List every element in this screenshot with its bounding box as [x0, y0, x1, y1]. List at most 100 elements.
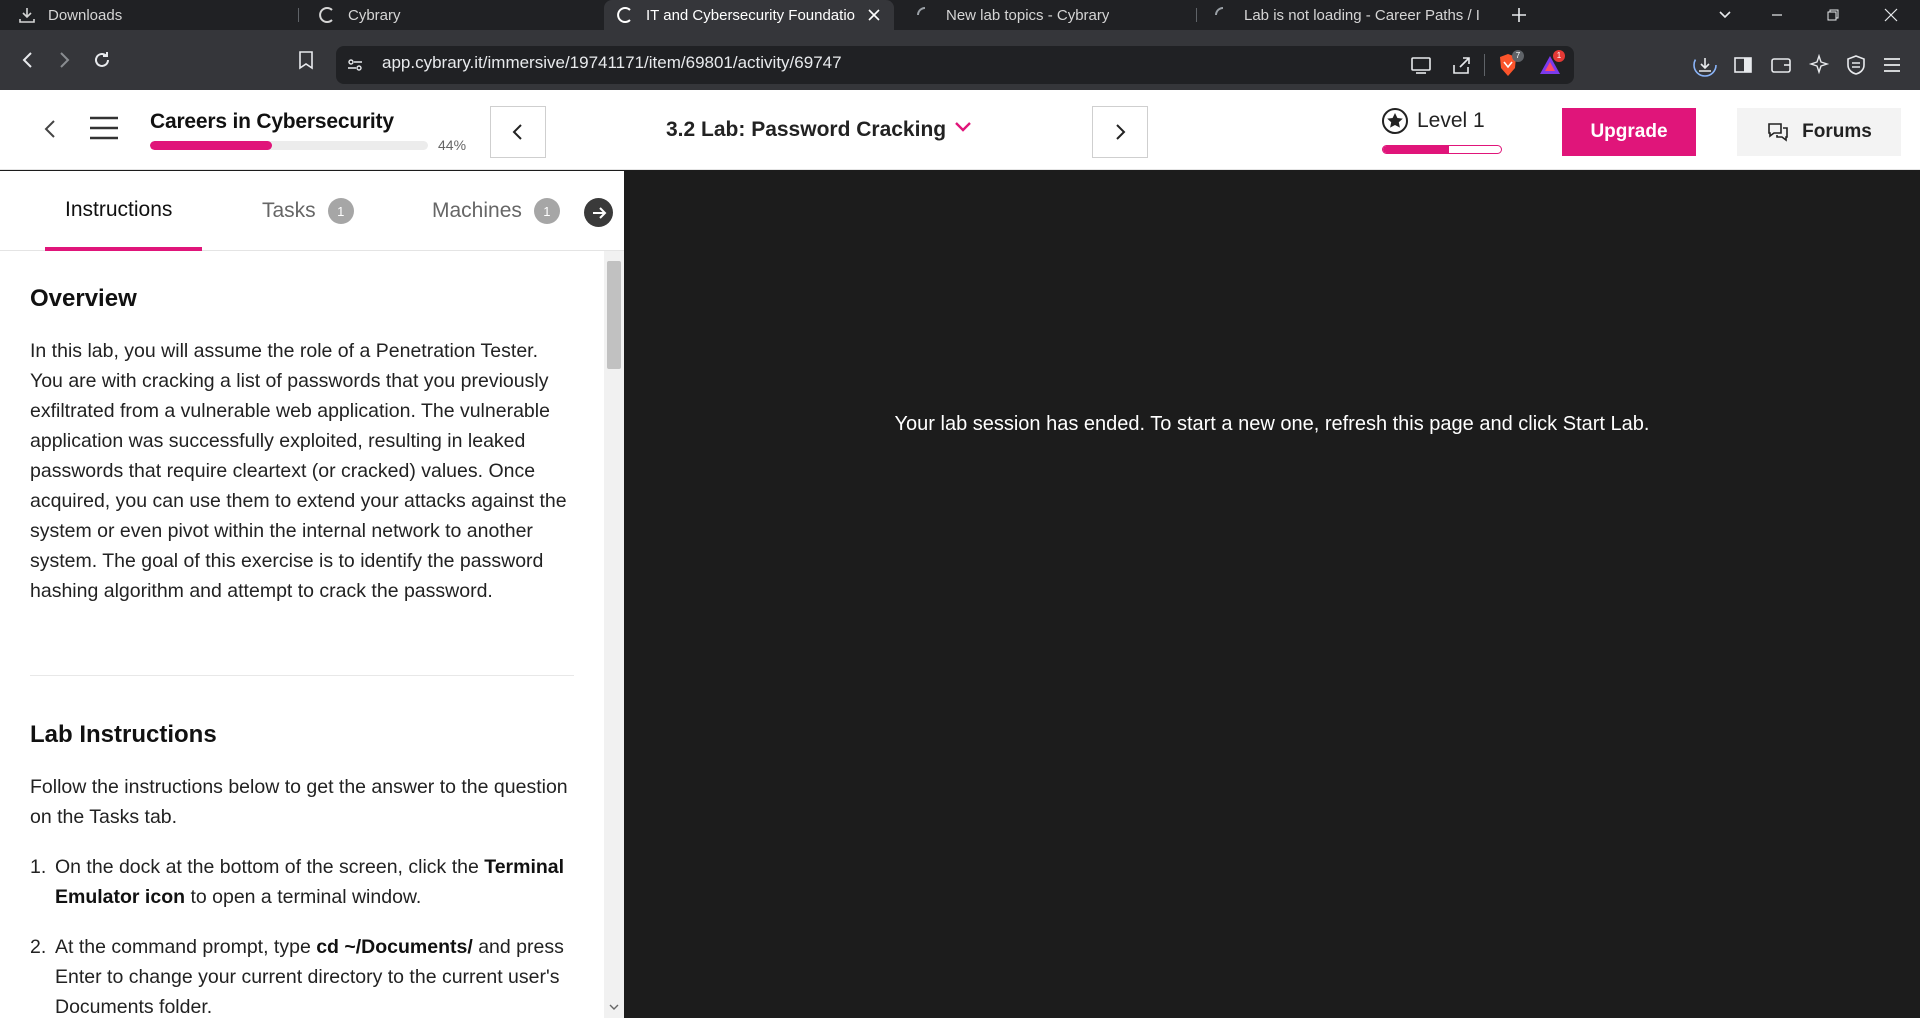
lab-viewport[interactable]: Your lab session has ended. To start a n…	[624, 171, 1920, 1018]
previous-activity-button[interactable]	[490, 106, 546, 158]
instructions-scrollbar[interactable]	[604, 251, 624, 1018]
download-icon	[18, 6, 36, 24]
close-window-button[interactable]	[1868, 0, 1914, 30]
new-tab-button[interactable]	[1496, 0, 1542, 30]
tab-downloads[interactable]: Downloads	[18, 0, 288, 30]
brave-rewards-count: 1	[1553, 50, 1565, 62]
chevron-right-icon	[1116, 124, 1126, 140]
wallet-icon[interactable]	[1770, 55, 1792, 80]
tab-search-button[interactable]	[1702, 0, 1748, 30]
next-activity-button[interactable]	[1092, 106, 1148, 158]
share-icon[interactable]	[1451, 55, 1473, 80]
instructions-content: Overview In this lab, you will assume th…	[30, 251, 574, 1018]
step-bold-text: cd ~/Documents/	[316, 936, 473, 958]
tab-label: Lab is not loading - Career Paths / I	[1244, 6, 1480, 24]
star-badge-icon	[1381, 107, 1409, 140]
scroll-tabs-button[interactable]	[584, 198, 613, 227]
bookmark-icon	[299, 51, 313, 70]
tab-tasks[interactable]: Tasks 1	[262, 198, 354, 224]
session-ended-message: Your lab session has ended. To start a n…	[894, 413, 1650, 435]
lab-instructions-intro: Follow the instructions below to get the…	[30, 776, 568, 828]
downloads-icon[interactable]	[1693, 53, 1717, 82]
plus-icon	[1512, 8, 1526, 22]
site-info-icon[interactable]	[346, 56, 364, 79]
chevron-left-icon	[512, 124, 522, 140]
forward-button[interactable]	[52, 48, 76, 72]
tab-label: Tasks	[262, 199, 316, 222]
browser-tab-bar: Downloads Cybrary IT and Cybersecurity F…	[0, 0, 1920, 30]
step-body: On the dock at the bottom of the screen,…	[55, 852, 574, 912]
scroll-down-arrow-icon[interactable]	[608, 998, 620, 1016]
step-number: 1.	[30, 856, 47, 878]
step-text: At the command prompt, type	[55, 936, 317, 958]
menu-icon[interactable]	[1882, 55, 1902, 80]
close-icon[interactable]	[864, 5, 884, 25]
chat-bubbles-icon	[1768, 123, 1788, 142]
chevron-down-icon[interactable]	[953, 120, 973, 139]
tab-new-lab-topics[interactable]: New lab topics - Cybrary	[916, 0, 1186, 30]
tab-separator	[298, 8, 299, 22]
forums-label: Forums	[1802, 121, 1872, 142]
tab-separator	[1196, 8, 1197, 22]
arrow-left-icon	[22, 52, 32, 68]
close-icon	[1884, 8, 1898, 22]
cybrary-icon	[318, 6, 336, 24]
app-header: Careers in Cybersecurity 44% 3.2 Lab: Pa…	[0, 90, 1920, 170]
step-text: to open a terminal window.	[185, 886, 422, 908]
machines-count-badge: 1	[533, 198, 560, 224]
minimize-button[interactable]	[1754, 0, 1800, 30]
bookmark-button[interactable]	[294, 48, 318, 72]
loading-icon	[1214, 6, 1232, 24]
chevron-left-icon	[44, 120, 55, 138]
loading-icon	[916, 6, 934, 24]
restore-button[interactable]	[1810, 0, 1856, 30]
course-progress-bar	[150, 141, 428, 150]
instructions-panel: Instructions Tasks 1 Machines 1 Overview…	[0, 171, 624, 1018]
cybrary-icon	[616, 6, 634, 24]
back-button[interactable]	[16, 48, 40, 72]
overview-text: In this lab, you will assume the role of…	[30, 340, 567, 602]
tab-label: IT and Cybersecurity Foundatio	[646, 6, 855, 24]
arrow-right-icon	[60, 52, 70, 68]
tab-label: Instructions	[65, 198, 173, 221]
level-label: Level 1	[1417, 109, 1485, 132]
chevron-down-icon	[1719, 11, 1731, 19]
section-divider	[30, 675, 574, 676]
tab-label: New lab topics - Cybrary	[946, 6, 1110, 24]
upgrade-button[interactable]: Upgrade	[1562, 108, 1696, 156]
cast-icon[interactable]	[1410, 55, 1432, 80]
step-text: On the dock at the bottom of the screen,…	[55, 856, 485, 878]
panel-tabs: Instructions Tasks 1 Machines 1	[0, 171, 624, 251]
back-to-course-button[interactable]	[42, 118, 58, 145]
vpn-icon[interactable]	[1845, 54, 1867, 81]
level-progress-fill	[1383, 146, 1450, 153]
tab-instructions[interactable]: Instructions	[65, 198, 172, 222]
level-progress-bar	[1382, 145, 1502, 154]
leo-ai-icon[interactable]	[1808, 53, 1830, 81]
tab-label: Downloads	[48, 6, 123, 24]
course-title[interactable]: Careers in Cybersecurity	[150, 110, 394, 134]
restore-icon	[1827, 9, 1839, 21]
tab-label: Machines	[432, 199, 522, 222]
course-menu-button[interactable]	[88, 114, 120, 147]
tab-cybrary[interactable]: Cybrary	[318, 0, 588, 30]
overview-heading: Overview	[30, 285, 137, 312]
tab-it-cybersecurity[interactable]: IT and Cybersecurity Foundatio	[604, 0, 894, 30]
tab-label: Cybrary	[348, 6, 401, 24]
scrollbar-thumb[interactable]	[607, 261, 621, 369]
activity-title[interactable]: 3.2 Lab: Password Cracking	[666, 118, 946, 142]
tab-machines[interactable]: Machines 1	[432, 198, 560, 224]
brave-shields-count: 7	[1512, 50, 1524, 62]
toolbar-separator	[1484, 54, 1485, 76]
url-text[interactable]: app.cybrary.it/immersive/19741171/item/6…	[382, 53, 842, 73]
tab-lab-not-loading[interactable]: Lab is not loading - Career Paths / I	[1214, 0, 1484, 30]
reload-button[interactable]	[90, 48, 114, 72]
course-progress-percent: 44%	[438, 137, 467, 153]
lab-instructions-heading: Lab Instructions	[30, 721, 217, 748]
forums-button[interactable]: Forums	[1737, 108, 1901, 156]
step-number: 2.	[30, 936, 47, 958]
sidebar-icon[interactable]	[1733, 55, 1753, 80]
hamburger-icon	[90, 116, 118, 140]
course-progress-fill	[150, 141, 273, 150]
minimize-icon	[1772, 14, 1782, 16]
